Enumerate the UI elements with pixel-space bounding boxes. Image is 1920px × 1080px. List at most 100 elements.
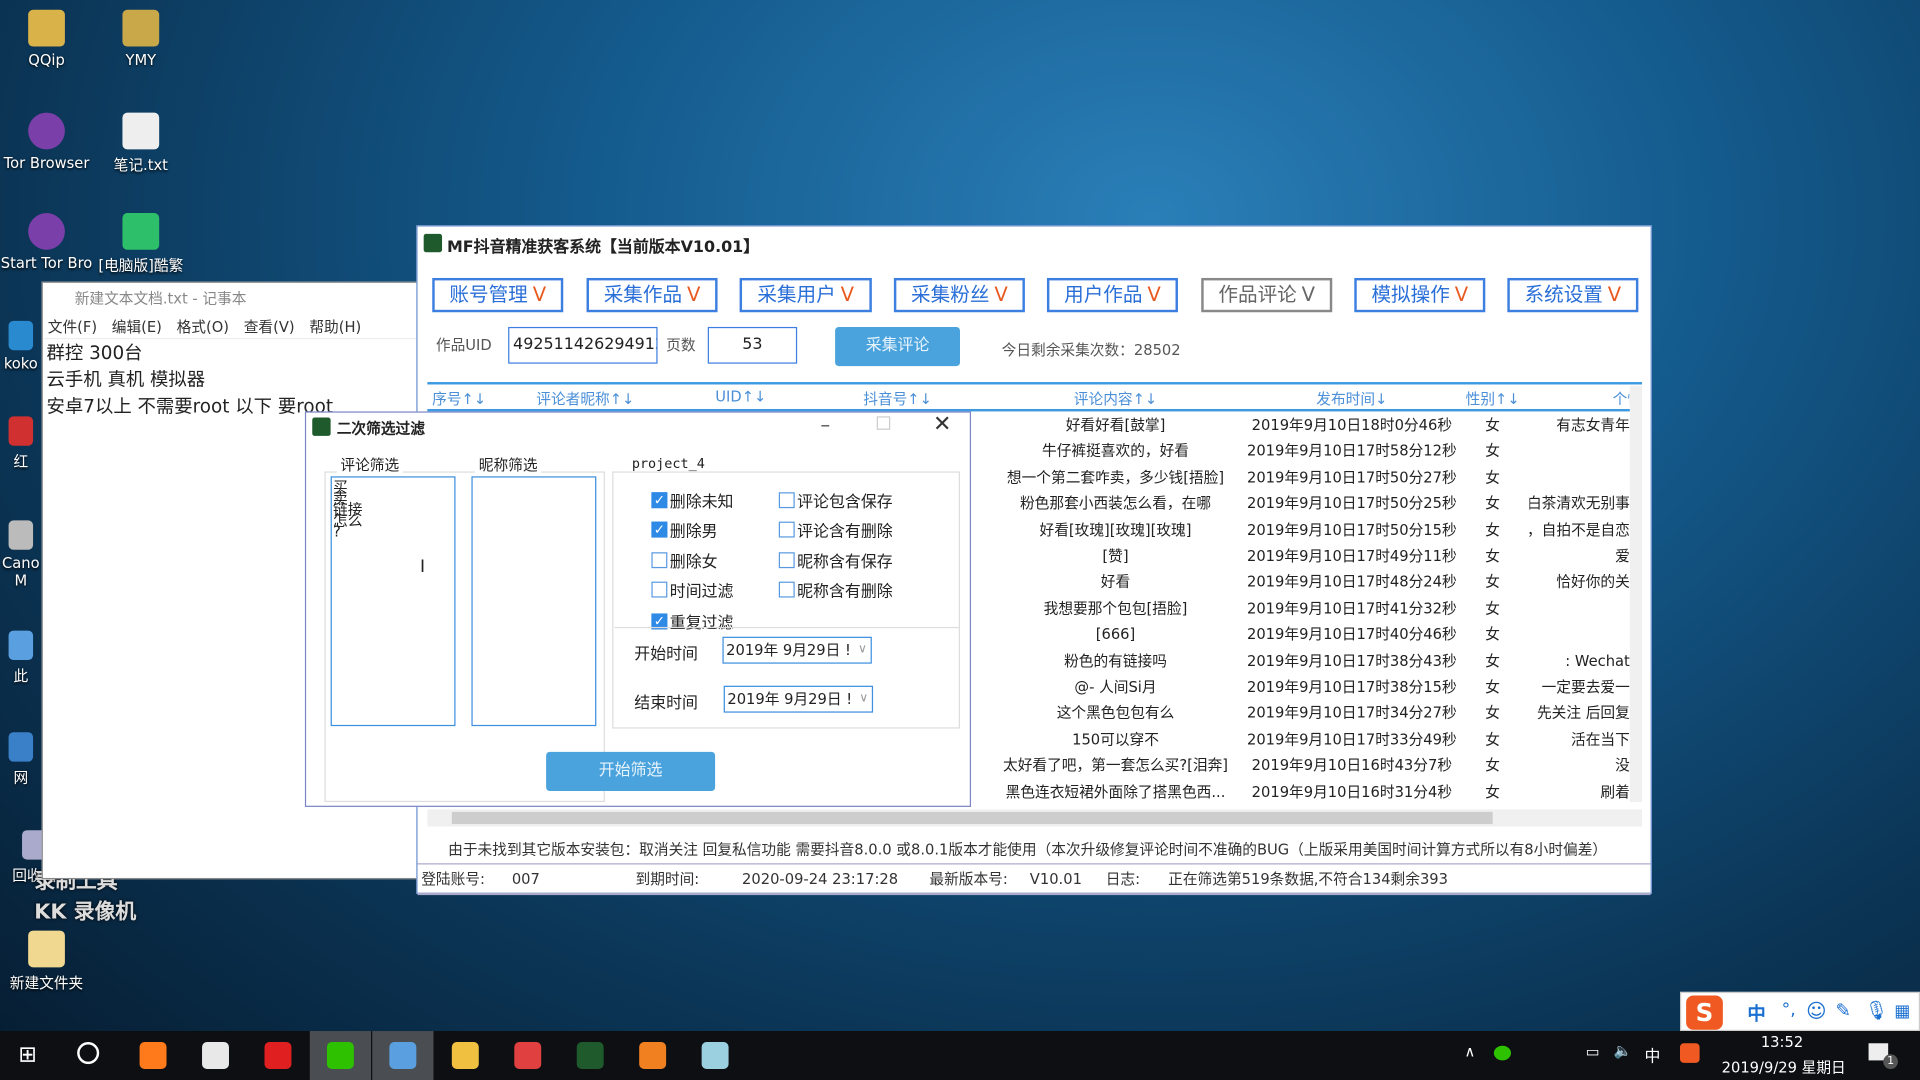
nav-6-button[interactable]: 作品评论 V — [1201, 277, 1333, 313]
comment-filter-textarea[interactable]: 买卖链接 怎么? — [330, 476, 456, 727]
desktop-icon-kufan[interactable]: [电脑版]酷繁 — [94, 213, 187, 275]
start-windows-icon[interactable]: ⊞ — [18, 1042, 36, 1068]
time-cell: 2019年9月10日18时0分46秒 — [1251, 416, 1453, 434]
desktop-icon-network[interactable]: 网 — [0, 732, 42, 787]
checkbox-8[interactable]: 昵称含有保存 — [778, 549, 893, 572]
search-icon[interactable] — [77, 1042, 100, 1065]
checkbox-7[interactable]: 评论含有删除 — [778, 518, 893, 541]
nav-1-button[interactable]: 账号管理 V — [432, 277, 564, 313]
taskbar-snow-app-icon[interactable] — [372, 1031, 434, 1080]
close-button[interactable]: ✕ — [933, 411, 951, 437]
pen-icon[interactable]: ✎ — [1836, 999, 1851, 1021]
checkbox-5[interactable]: ✓ 重复过滤 — [651, 610, 733, 633]
tray-ime[interactable]: 中 — [1644, 1043, 1660, 1066]
nav-4-button[interactable]: 采集粉丝 V — [893, 277, 1025, 313]
collect-comments-button[interactable]: 采集评论 — [835, 326, 961, 367]
chevron-icon: V — [686, 282, 701, 307]
tray-chevron-up-icon[interactable]: ∧ — [1464, 1043, 1475, 1060]
ime-mode[interactable]: 中 — [1747, 1000, 1765, 1026]
clock-date[interactable]: 2019/9/29 星期日 — [1722, 1057, 1846, 1078]
maximize-button[interactable] — [876, 416, 891, 430]
desktop-icon-this-pc[interactable]: 此 — [0, 630, 42, 686]
gender-cell: 女 — [1485, 652, 1501, 670]
desktop-icon-koko[interactable]: koko — [0, 320, 42, 372]
sogou-icon[interactable]: S — [1686, 995, 1723, 1030]
comment-cell: 好看好看[鼓掌] — [1065, 416, 1166, 434]
notepad-text[interactable]: 群控 300台 云手机 真机 模拟器 安卓7以上 不需要root 以下 要root — [43, 339, 420, 420]
column-header[interactable]: 序号↑↓ — [432, 388, 486, 409]
nav-8-button[interactable]: 系统设置 V — [1507, 277, 1639, 313]
end-date-picker[interactable]: 2019年 9月29日 ! ∨ — [723, 685, 874, 713]
gender-cell: 女 — [1485, 442, 1501, 460]
gender-cell: 女 — [1485, 573, 1501, 591]
checkbox-1[interactable]: ✓ 删除未知 — [651, 489, 733, 512]
checkbox-2[interactable]: ✓ 删除男 — [651, 518, 718, 541]
desktop-icon-qqip[interactable]: QQip — [0, 9, 93, 69]
gender-cell: 女 — [1485, 783, 1501, 801]
taskbar-file-explorer-icon[interactable] — [435, 1031, 496, 1080]
chevron-icon: V — [532, 282, 547, 307]
pages-label: 页数 — [666, 336, 696, 354]
checkbox-icon: ✓ — [651, 521, 668, 538]
checkbox-9[interactable]: 昵称含有删除 — [778, 578, 893, 601]
taskbar-wps-icon[interactable] — [497, 1031, 558, 1080]
desktop-icon-start-tor[interactable]: Start Tor Bro — [0, 213, 93, 272]
comment-cell: 好看 — [1100, 573, 1131, 591]
nav-7-button[interactable]: 模拟操作 V — [1354, 277, 1486, 313]
horizontal-scrollbar[interactable] — [427, 809, 1643, 827]
uid-input[interactable]: 4925114262949128 — [508, 326, 658, 364]
taskbar-mf-app-icon[interactable] — [560, 1031, 621, 1080]
checkbox-4[interactable]: 时间过滤 — [651, 578, 733, 601]
column-header[interactable]: 抖音号↑↓ — [863, 388, 932, 409]
start-filter-button[interactable]: 开始筛选 — [546, 751, 716, 792]
desktop-icon-ymy[interactable]: YMY — [94, 9, 187, 69]
menu-file[interactable]: 文件(F) — [48, 316, 97, 335]
comment-filter-label: 评论筛选 — [336, 454, 403, 476]
volume-icon[interactable]: 🔈 — [1614, 1042, 1632, 1059]
time-cell: 2019年9月10日17时38分43秒 — [1246, 652, 1457, 670]
menu-edit[interactable]: 编辑(E) — [112, 316, 162, 335]
column-header[interactable]: 性别↑↓ — [1466, 388, 1520, 409]
emoji-icon[interactable]: ☺ — [1806, 999, 1826, 1022]
ime-toolbar[interactable]: S 中 °, ☺ ✎ 🎙 ▦ — [1680, 991, 1920, 1032]
taskbar-notes-icon[interactable] — [684, 1031, 745, 1080]
nickname-filter-textarea[interactable] — [471, 476, 597, 727]
taskbar-netease-music-icon[interactable] — [247, 1031, 308, 1080]
minimize-button[interactable]: – — [820, 413, 830, 436]
pages-input[interactable]: 53 — [707, 326, 798, 364]
microphone-icon[interactable]: 🎙 — [1865, 999, 1888, 1021]
column-header[interactable]: 发布时间↓ — [1316, 388, 1387, 409]
column-header[interactable]: UID↑↓ — [715, 388, 766, 405]
sogou-tray-icon[interactable] — [1680, 1043, 1700, 1063]
time-cell: 2019年9月10日17时48分24秒 — [1246, 573, 1457, 591]
nav-3-button[interactable]: 采集用户 V — [739, 277, 872, 313]
punctuation-icon: °, — [1781, 1000, 1796, 1021]
desktop-icon-canon[interactable]: Cano M — [0, 520, 42, 589]
menu-format[interactable]: 格式(O) — [177, 316, 229, 335]
checkbox-3[interactable]: 删除女 — [651, 549, 718, 572]
desktop-icon-tor[interactable]: Tor Browser — [0, 112, 93, 171]
remaining-count: 今日剩余采集次数：28502 — [1001, 341, 1181, 359]
taskbar-firefox-icon[interactable] — [122, 1031, 183, 1080]
vertical-scrollbar[interactable] — [1629, 385, 1643, 803]
taskbar-wechat-icon[interactable] — [309, 1031, 372, 1080]
menu-view[interactable]: 查看(V) — [244, 316, 295, 335]
taskbar-game-icon[interactable] — [622, 1031, 683, 1080]
desktop-icon-notes[interactable]: 笔记.txt — [94, 112, 187, 175]
start-date-picker[interactable]: 2019年 9月29日 ! ∨ — [722, 636, 872, 664]
column-header[interactable]: 评论者昵称↑↓ — [536, 388, 634, 409]
notepad-menu: 文件(F) 编辑(E) 格式(O) 查看(V) 帮助(H) — [42, 312, 421, 340]
desktop-icon-red[interactable]: 红 — [0, 416, 42, 471]
checkbox-6[interactable]: 评论包含保存 — [778, 489, 893, 512]
clock-time[interactable]: 13:52 — [1761, 1033, 1803, 1050]
taskbar-qq-icon[interactable] — [185, 1031, 246, 1080]
menu-help[interactable]: 帮助(H) — [309, 316, 361, 335]
time-cell: 2019年9月10日16时31分4秒 — [1251, 783, 1453, 801]
nav-5-button[interactable]: 用户作品 V — [1046, 277, 1178, 313]
desktop-icon-new-folder[interactable]: 新建文件夹 — [0, 930, 93, 993]
network-icon[interactable]: ▭ — [1586, 1043, 1600, 1060]
nav-2-button[interactable]: 采集作品 V — [586, 277, 718, 313]
column-header[interactable]: 评论内容↑↓ — [1074, 388, 1157, 409]
grid-icon[interactable]: ▦ — [1894, 1002, 1910, 1022]
wechat-tray-icon[interactable] — [1493, 1045, 1512, 1061]
